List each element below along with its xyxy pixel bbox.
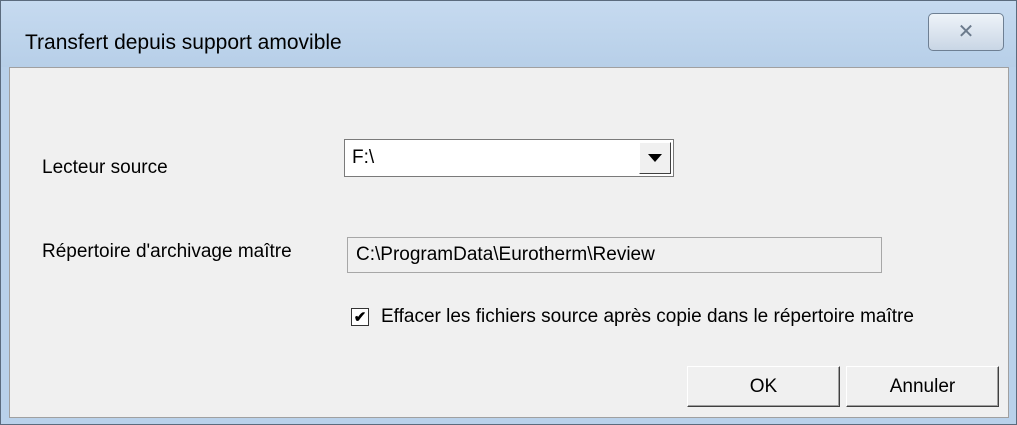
close-button[interactable]: ✕ [928, 13, 1004, 51]
close-x-icon: ✕ [957, 21, 975, 43]
title-bar[interactable]: Transfert depuis support amovible ✕ [1, 1, 1016, 67]
source-drive-value: F:\ [352, 147, 375, 168]
dialog-body: Lecteur source F:\ Répertoire d'archivag… [9, 67, 1009, 418]
source-drive-label: Lecteur source [42, 157, 168, 178]
master-dir-label: Répertoire d'archivage maître [42, 241, 292, 262]
ok-button[interactable]: OK [687, 366, 840, 407]
chevron-down-icon [648, 154, 662, 162]
checkmark-icon: ✔ [353, 308, 367, 326]
master-dir-field: C:\ProgramData\Eurotherm\Review [347, 237, 882, 273]
source-drive-dropdown[interactable]: F:\ [344, 139, 674, 177]
master-dir-value: C:\ProgramData\Eurotherm\Review [356, 244, 655, 265]
delete-source-checkbox[interactable]: ✔ [351, 308, 369, 326]
cancel-button[interactable]: Annuler [846, 366, 999, 407]
dialog-window: Transfert depuis support amovible ✕ Lect… [0, 0, 1017, 425]
dropdown-arrow-button[interactable] [639, 142, 671, 174]
window-title: Transfert depuis support amovible [25, 31, 342, 54]
delete-source-label[interactable]: Effacer les fichiers source après copie … [381, 306, 914, 328]
